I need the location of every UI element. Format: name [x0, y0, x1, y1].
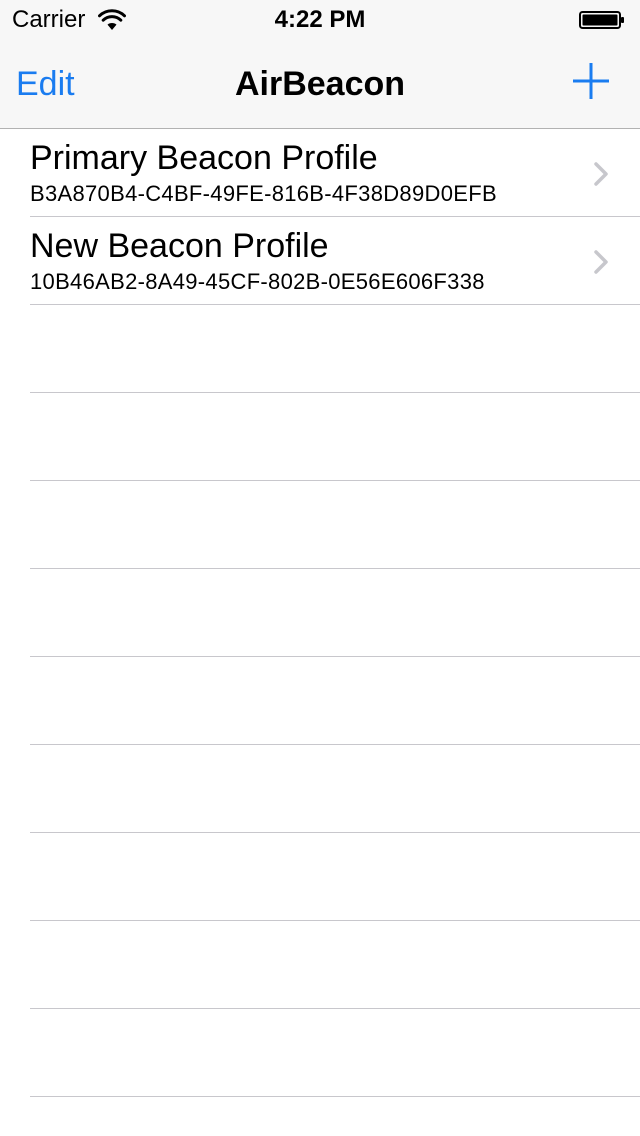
- profile-uuid: 10B46AB2-8A49-45CF-802B-0E56E606F338: [30, 269, 485, 294]
- empty-row: [0, 1009, 640, 1097]
- navigation-bar: Edit AirBeacon: [0, 40, 640, 128]
- empty-row: [0, 393, 640, 481]
- row-separator: [30, 1096, 640, 1097]
- profile-table: Primary Beacon Profile B3A870B4-C4BF-49F…: [0, 129, 640, 1136]
- plus-icon[interactable]: [571, 61, 611, 101]
- profile-row-primary[interactable]: Primary Beacon Profile B3A870B4-C4BF-49F…: [0, 129, 640, 217]
- battery-icon: [579, 11, 624, 29]
- profile-row-new[interactable]: New Beacon Profile 10B46AB2-8A49-45CF-80…: [0, 217, 640, 305]
- empty-row: [0, 921, 640, 1009]
- empty-row: [0, 481, 640, 569]
- status-bar: Carrier 4:22 PM: [0, 0, 640, 40]
- page-title: AirBeacon: [234, 65, 406, 103]
- empty-row: [0, 305, 640, 393]
- empty-row: [0, 833, 640, 921]
- profile-name: New Beacon Profile: [30, 227, 329, 265]
- top-bar: Carrier 4:22 PM Edit AirBeacon: [0, 0, 640, 129]
- empty-row: [0, 745, 640, 833]
- chevron-right-icon: [594, 162, 608, 186]
- profile-uuid: B3A870B4-C4BF-49FE-816B-4F38D89D0EFB: [30, 181, 497, 206]
- status-time: 4:22 PM: [274, 6, 366, 33]
- profile-name: Primary Beacon Profile: [30, 139, 378, 177]
- empty-row: [0, 657, 640, 745]
- screen: Carrier 4:22 PM Edit AirBeacon Primary B…: [0, 0, 640, 1136]
- chevron-right-icon: [594, 250, 608, 274]
- empty-row: [0, 569, 640, 657]
